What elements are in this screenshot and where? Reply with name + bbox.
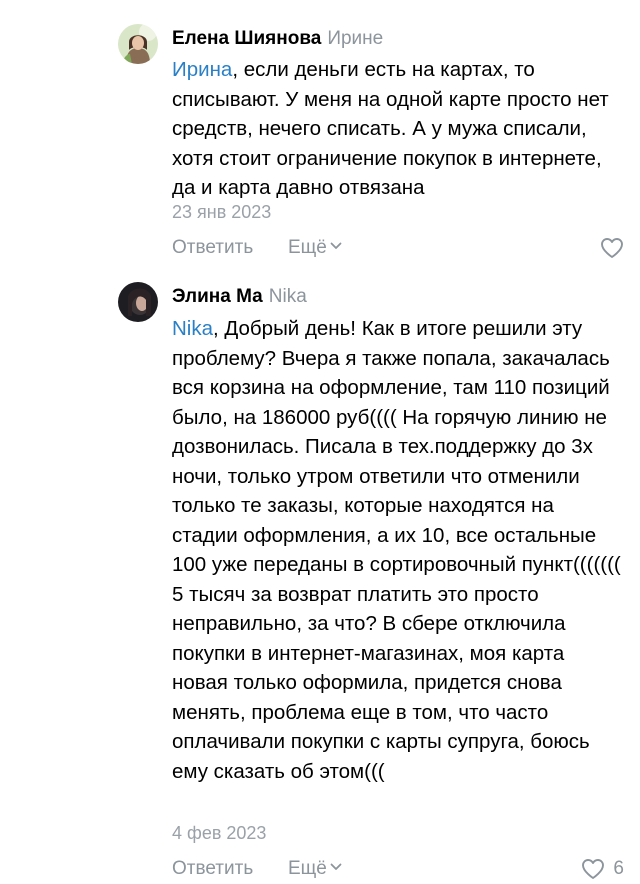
- more-button[interactable]: Ещё: [288, 234, 342, 262]
- mention-link[interactable]: Ирина: [172, 58, 232, 81]
- author-name[interactable]: Элина Ма: [172, 286, 263, 307]
- reply-button[interactable]: Ответить: [172, 234, 253, 262]
- like-button[interactable]: [600, 236, 624, 260]
- reply-button[interactable]: Ответить: [172, 855, 253, 883]
- reply-to-name[interactable]: Nika: [269, 286, 307, 307]
- comment-text: Ирина, если деньги есть на картах, то сп…: [172, 55, 622, 203]
- like-button[interactable]: 6: [581, 857, 624, 881]
- comment-header: Элина Ма Nika: [172, 285, 307, 309]
- comment-actions: Ответить Ещё 6: [172, 855, 624, 883]
- more-button[interactable]: Ещё: [288, 855, 342, 883]
- mention-link[interactable]: Nika: [172, 317, 213, 340]
- comment-body-text: , если деньги есть на картах, то списыва…: [172, 58, 609, 199]
- avatar[interactable]: [118, 282, 158, 322]
- more-label: Ещё: [288, 237, 327, 258]
- heart-outline-icon: [582, 859, 605, 879]
- like-count: 6: [613, 858, 624, 879]
- chevron-down-icon: [330, 864, 342, 871]
- heart-outline-icon: [601, 238, 623, 258]
- comment-actions: Ответить Ещё: [172, 234, 624, 262]
- comment: Элина Ма Nika Nika, Добрый день! Как в ит…: [0, 270, 640, 884]
- author-name[interactable]: Елена Шиянова: [172, 28, 321, 49]
- comment-body-text: , Добрый день! Как в итоге решили эту пр…: [172, 317, 621, 783]
- comment-header: Елена Шиянова Ирине: [172, 27, 383, 51]
- comment-date: 23 янв 2023: [172, 202, 272, 222]
- more-label: Ещё: [288, 858, 327, 879]
- chevron-down-icon: [330, 243, 342, 250]
- comment-date: 4 фев 2023: [172, 823, 267, 843]
- reply-to-name[interactable]: Ирине: [327, 28, 383, 49]
- avatar[interactable]: [118, 24, 158, 64]
- comment: Елена Шиянова Ирине Ирина, если деньги ес…: [0, 0, 640, 270]
- comment-text: Nika, Добрый день! Как в итоге решили эт…: [172, 314, 622, 786]
